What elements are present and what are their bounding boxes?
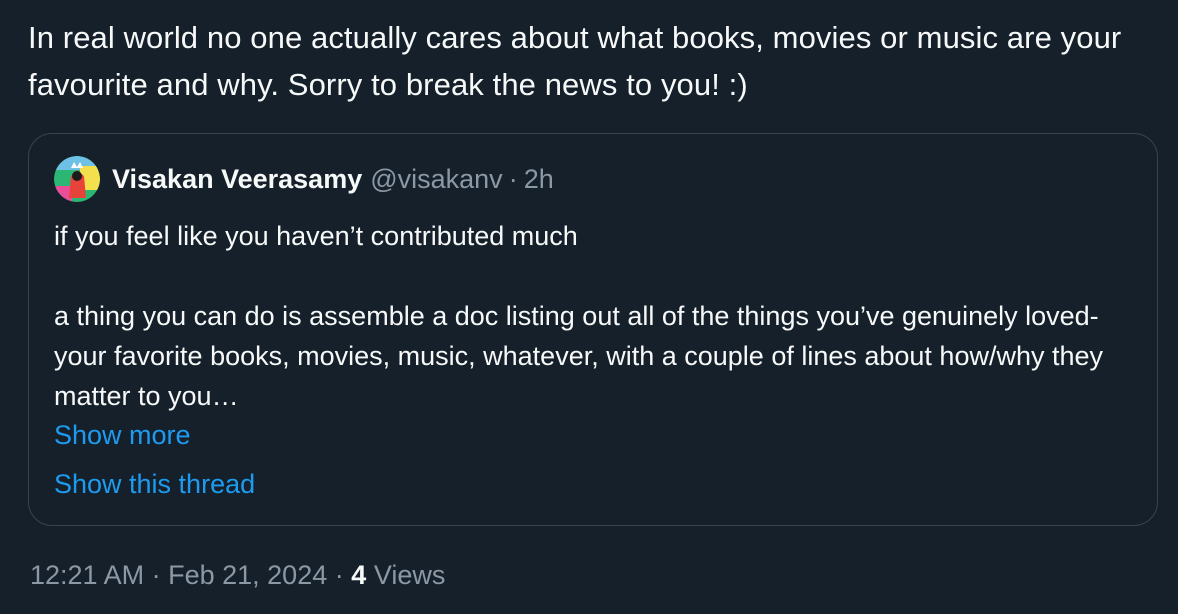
views-count: 4 — [351, 560, 367, 590]
quoted-paragraph: if you feel like you haven’t contributed… — [54, 221, 578, 251]
views-label: Views — [373, 560, 446, 590]
quoted-paragraph: a thing you can do is assemble a doc lis… — [54, 301, 1104, 411]
post-meta: 12:21 AM · Feb 21, 2024 · 4 Views — [30, 560, 445, 591]
meta-separator: · — [334, 560, 344, 590]
meta-separator: · — [151, 560, 161, 590]
post-age[interactable]: 2h — [524, 164, 554, 195]
show-more-link[interactable]: Show more — [54, 415, 191, 455]
quoted-post-card[interactable]: Visakan Veerasamy @visakanv · 2h if you … — [28, 133, 1158, 526]
post-date[interactable]: Feb 21, 2024 — [168, 560, 327, 590]
post-time[interactable]: 12:21 AM — [30, 560, 144, 590]
post-text: In real world no one actually cares abou… — [28, 20, 1122, 102]
quoted-post-text: if you feel like you haven’t contributed… — [54, 216, 1134, 416]
author-handle[interactable]: @visakanv — [370, 164, 502, 195]
tweet-detail: In real world no one actually cares abou… — [0, 0, 1178, 614]
header-separator: · — [508, 163, 518, 194]
quoted-post-header: Visakan Veerasamy @visakanv · 2h — [54, 156, 554, 202]
author-name[interactable]: Visakan Veerasamy — [112, 164, 362, 195]
show-thread-link[interactable]: Show this thread — [54, 464, 255, 504]
avatar[interactable] — [54, 156, 100, 202]
